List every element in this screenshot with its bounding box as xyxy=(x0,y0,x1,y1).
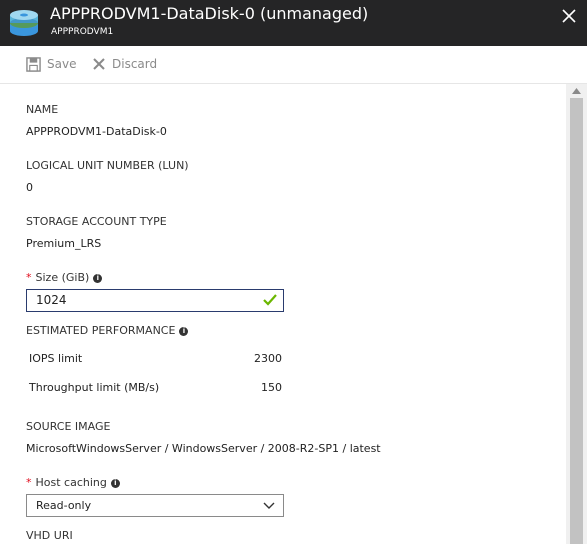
command-bar: Save Discard xyxy=(0,46,587,84)
chevron-down-icon xyxy=(263,502,275,509)
perf-label: ESTIMATED PERFORMANCE i xyxy=(26,324,189,337)
name-label: NAME xyxy=(26,103,59,116)
perf-row-throughput: Throughput limit (MB/s) 150 xyxy=(29,381,282,394)
vhd-uri-label: VHD URI xyxy=(26,529,73,542)
info-icon[interactable]: i xyxy=(93,274,103,283)
page-subtitle: APPPRODVM1 xyxy=(51,27,114,37)
perf-row-label: IOPS limit xyxy=(29,352,83,365)
lun-value: 0 xyxy=(26,181,33,194)
source-image-label: SOURCE IMAGE xyxy=(26,420,111,433)
perf-row-iops: IOPS limit 2300 xyxy=(29,352,282,365)
discard-icon xyxy=(93,58,105,70)
required-marker: * xyxy=(26,271,32,284)
info-icon[interactable]: i xyxy=(110,479,120,488)
required-marker: * xyxy=(26,476,32,489)
discard-label: Discard xyxy=(112,57,158,71)
scroll-up-icon[interactable] xyxy=(571,87,582,95)
perf-label-text: ESTIMATED PERFORMANCE xyxy=(26,324,176,337)
page-title: APPPRODVM1-DataDisk-0 (unmanaged) xyxy=(50,4,369,23)
disk-icon xyxy=(10,10,38,36)
perf-row-label: Throughput limit (MB/s) xyxy=(29,381,160,394)
lun-label: LOGICAL UNIT NUMBER (LUN) xyxy=(26,159,189,172)
close-icon[interactable] xyxy=(557,4,581,28)
host-caching-label: * Host caching i xyxy=(26,476,120,489)
host-caching-label-text: Host caching xyxy=(35,476,107,489)
perf-row-value: 2300 xyxy=(254,352,282,365)
scrollbar-thumb[interactable] xyxy=(570,98,583,544)
host-caching-select[interactable]: Read-only xyxy=(26,494,284,517)
save-icon xyxy=(26,56,41,72)
vertical-scrollbar[interactable] xyxy=(566,84,587,544)
size-field-label: * Size (GiB) i xyxy=(26,271,103,284)
blade-header: APPPRODVM1-DataDisk-0 (unmanaged) APPPRO… xyxy=(0,0,587,46)
perf-row-value: 150 xyxy=(261,381,282,394)
save-button[interactable]: Save xyxy=(26,46,76,82)
discard-button[interactable]: Discard xyxy=(92,46,157,82)
size-label-text: Size (GiB) xyxy=(35,271,90,284)
disk-properties-form: NAME APPPRODVM1-DataDisk-0 LOGICAL UNIT … xyxy=(0,85,566,544)
checkmark-icon xyxy=(263,294,277,306)
source-image-value: MicrosoftWindowsServer / WindowsServer /… xyxy=(26,442,381,455)
storage-type-value: Premium_LRS xyxy=(26,237,102,250)
size-input-value: 1024 xyxy=(36,293,67,307)
info-icon[interactable]: i xyxy=(179,327,189,336)
save-label: Save xyxy=(47,57,77,71)
storage-type-label: STORAGE ACCOUNT TYPE xyxy=(26,215,167,228)
name-value: APPPRODVM1-DataDisk-0 xyxy=(26,125,167,138)
host-caching-value: Read-only xyxy=(36,499,92,512)
size-input[interactable]: 1024 xyxy=(26,289,284,312)
